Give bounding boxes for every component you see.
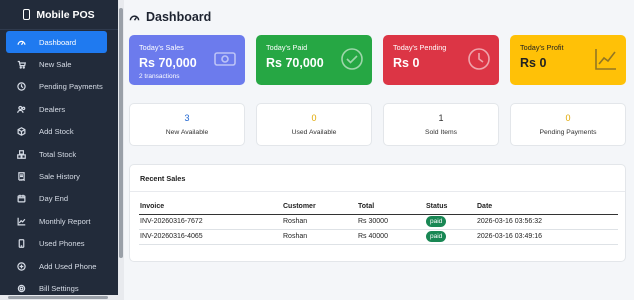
sidebar-item-label: Dealers: [39, 104, 66, 114]
table-row: INV-20260316-7672 Roshan Rs 30000 paid 2…: [139, 214, 618, 230]
sidebar-horizontal-scrollbar[interactable]: [0, 295, 118, 300]
column-header-total: Total: [357, 200, 425, 215]
customer-cell: Roshan: [282, 214, 357, 230]
gear-icon: [17, 284, 31, 293]
clock-icon: [467, 47, 491, 71]
plus-circle-icon: [17, 261, 31, 271]
sidebar-item-label: Pending Payments: [39, 82, 103, 92]
recent-sales-card: Recent Sales Invoice Customer Total Stat…: [129, 164, 626, 262]
column-header-date: Date: [476, 200, 618, 215]
brand-title: Mobile POS: [36, 8, 95, 21]
sidebar-item-total-stock[interactable]: Total Stock: [0, 143, 118, 165]
sidebar-item-label: Day End: [39, 194, 69, 204]
table-row: INV-20260316-4065 Roshan Rs 40000 paid 2…: [139, 229, 618, 245]
stat-card-todays-pending: Today's Pending Rs 0: [383, 35, 499, 85]
sidebar-item-label: Dashboard: [39, 37, 77, 47]
sidebar-item-label: Add Used Phone: [39, 261, 97, 271]
sidebar-item-label: New Sale: [39, 60, 72, 70]
mini-card-sold-items: 1 Sold Items: [383, 103, 499, 146]
mini-value: 0: [311, 113, 317, 123]
mini-label: New Available: [165, 129, 209, 136]
sidebar-item-sale-history[interactable]: Sale History: [0, 165, 118, 187]
cash-icon: [213, 47, 237, 71]
invoice-cell: INV-20260316-4065: [139, 229, 282, 245]
sidebar-item-add-used-phone[interactable]: Add Used Phone: [0, 255, 118, 277]
mini-card-new-available: 3 New Available: [129, 103, 245, 146]
total-cell: Rs 30000: [357, 214, 425, 230]
status-cell: paid: [425, 214, 476, 230]
mini-card-pending-payments: 0 Pending Payments: [510, 103, 626, 146]
box-icon: [17, 127, 31, 137]
sidebar-item-label: Monthly Report: [39, 216, 91, 226]
sidebar-item-label: Total Stock: [39, 149, 77, 159]
mini-value: 1: [438, 113, 444, 123]
mini-value: 0: [565, 113, 571, 123]
stat-subtext: 2 transactions: [139, 73, 180, 80]
column-header-status: Status: [425, 200, 476, 215]
sidebar-item-pending-payments[interactable]: Pending Payments: [0, 76, 118, 98]
status-badge: paid: [426, 216, 447, 227]
total-cell: Rs 40000: [357, 229, 425, 245]
sidebar-item-label: Used Phones: [39, 239, 85, 249]
status-badge: paid: [426, 231, 447, 242]
clock-icon: [17, 82, 31, 92]
sidebar-item-add-stock[interactable]: Add Stock: [0, 121, 118, 143]
check-circle-icon: [340, 47, 364, 71]
stat-card-todays-profit: Today's Profit Rs 0: [510, 35, 626, 85]
dashboard-icon: [17, 38, 31, 47]
phone-stack-icon: [17, 239, 31, 249]
chart-icon: [17, 217, 31, 226]
cart-icon: [17, 60, 31, 69]
trend-icon: [594, 47, 618, 71]
sidebar-item-label: Bill Settings: [39, 283, 79, 293]
sidebar-item-label: Sale History: [39, 172, 80, 182]
sidebar-item-dashboard[interactable]: Dashboard: [6, 31, 107, 54]
sidebar-vertical-scrollbar[interactable]: [118, 0, 124, 300]
sidebar: Mobile POS Dashboard New Sale Pending Pa…: [0, 0, 118, 300]
sidebar-item-used-phones[interactable]: Used Phones: [0, 233, 118, 255]
sidebar-item-label: Add Stock: [39, 127, 74, 137]
mini-value: 3: [184, 113, 190, 123]
sidebar-item-dealers[interactable]: Dealers: [0, 98, 118, 120]
mobile-phone-icon: [23, 9, 31, 20]
mini-label: Pending Payments: [539, 129, 597, 136]
table-header-row: Invoice Customer Total Status Date: [139, 200, 618, 215]
sidebar-item-monthly-report[interactable]: Monthly Report: [0, 210, 118, 232]
recent-sales-table: Invoice Customer Total Status Date INV-2…: [139, 200, 618, 245]
page-title-text: Dashboard: [146, 10, 212, 24]
main-content: Dashboard Today's Sales Rs 70,000 2 tran…: [129, 0, 634, 300]
sidebar-item-day-end[interactable]: Day End: [0, 188, 118, 210]
calendar-icon: [17, 194, 31, 203]
users-icon: [17, 105, 31, 114]
column-header-customer: Customer: [282, 200, 357, 215]
sidebar-nav: Dashboard New Sale Pending Payments Deal…: [0, 31, 118, 300]
boxes-icon: [17, 149, 31, 159]
date-cell: 2026-03-16 03:56:32: [476, 214, 618, 230]
mini-label: Used Available: [291, 129, 337, 136]
stat-card-todays-sales: Today's Sales Rs 70,000 2 transactions: [129, 35, 245, 85]
recent-sales-title: Recent Sales: [130, 165, 625, 192]
mini-card-used-available: 0 Used Available: [256, 103, 372, 146]
customer-cell: Roshan: [282, 229, 357, 245]
dashboard-icon: [129, 14, 140, 21]
invoice-cell: INV-20260316-7672: [139, 214, 282, 230]
column-header-invoice: Invoice: [139, 200, 282, 215]
page-title: Dashboard: [129, 10, 211, 24]
brand: Mobile POS: [0, 0, 118, 30]
date-cell: 2026-03-16 03:49:16: [476, 229, 618, 245]
sidebar-item-new-sale[interactable]: New Sale: [0, 53, 118, 75]
receipt-icon: [17, 172, 31, 182]
stat-card-todays-paid: Today's Paid Rs 70,000: [256, 35, 372, 85]
mini-label: Sold Items: [424, 129, 458, 136]
status-cell: paid: [425, 229, 476, 245]
